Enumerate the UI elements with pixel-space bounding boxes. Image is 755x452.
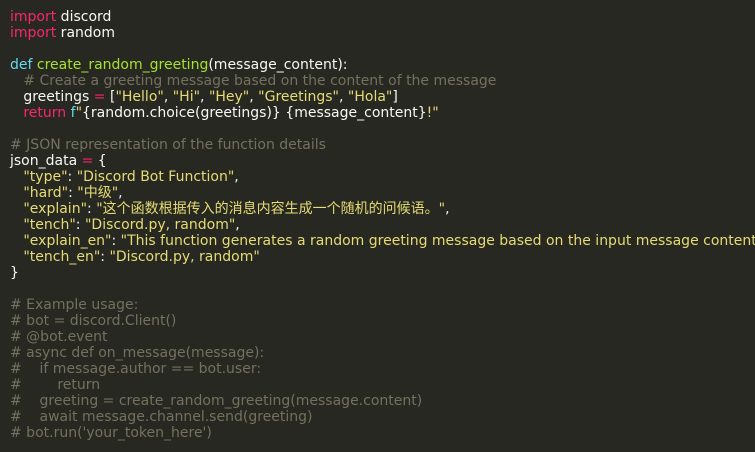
code-token: "Hola" bbox=[347, 89, 393, 105]
code-token: # Example usage: bbox=[10, 297, 139, 313]
code-line: "explain_en": "This function generates a… bbox=[10, 233, 755, 249]
code-line: json_data = { bbox=[10, 153, 755, 169]
code-token: , bbox=[339, 89, 348, 105]
code-token: "tench" bbox=[23, 217, 76, 233]
code-token: "Discord Bot Function" bbox=[76, 169, 235, 185]
code-line: greetings = ["Hello", "Hi", "Hey", "Gree… bbox=[10, 89, 755, 105]
code-token: ] bbox=[392, 89, 398, 105]
code-token: } bbox=[10, 265, 19, 281]
code-token: [ bbox=[105, 89, 116, 105]
code-line: # Create a greeting message based on the… bbox=[10, 73, 755, 89]
code-token: discord bbox=[56, 9, 112, 25]
code-line: # async def on_message(message): bbox=[10, 345, 755, 361]
code-line: # bot.run('your_token_here') bbox=[10, 425, 755, 441]
code-line: return f"{random.choice(greetings)} {mes… bbox=[10, 105, 755, 121]
code-line: "hard": "中级", bbox=[10, 185, 755, 201]
code-token: "hard" bbox=[23, 185, 69, 201]
code-line: def create_random_greeting(message_conte… bbox=[10, 57, 755, 73]
code-line: # JSON representation of the function de… bbox=[10, 137, 755, 153]
code-token: # return bbox=[10, 377, 101, 393]
code-token: "Hello" bbox=[115, 89, 164, 105]
code-token: "这个函数根据传入的消息内容生成一个随机的问候语。" bbox=[96, 201, 446, 217]
code-token: import bbox=[10, 9, 57, 25]
code-editor[interactable]: import discord import random def create_ra… bbox=[0, 0, 755, 452]
code-line: # bot = discord.Client() bbox=[10, 313, 755, 329]
code-line: # await message.channel.send(greeting) bbox=[10, 409, 755, 425]
code-token: # bot = discord.Client() bbox=[10, 313, 177, 329]
code-token: "Discord.py, random" bbox=[84, 217, 236, 233]
code-token: , bbox=[234, 169, 239, 185]
code-token: , bbox=[249, 89, 259, 105]
code-token: return bbox=[23, 105, 67, 121]
code-line: # Example usage: bbox=[10, 297, 755, 313]
code-token: "explain_en" bbox=[23, 233, 112, 249]
code-line: "tench": "Discord.py, random", bbox=[10, 217, 755, 233]
code-token: # async def on_message(message): bbox=[10, 345, 265, 361]
code-token: , bbox=[445, 201, 450, 217]
code-line: # if message.author == bot.user: bbox=[10, 361, 755, 377]
code-token: "type" bbox=[23, 169, 68, 185]
code-token: f bbox=[66, 105, 76, 121]
code-token: : bbox=[67, 169, 77, 185]
code-token: greetings bbox=[10, 89, 94, 105]
code-token: # bot.run('your_token_here') bbox=[10, 425, 212, 441]
code-token: "Hi" bbox=[172, 89, 201, 105]
code-token: {message_content} bbox=[285, 105, 427, 121]
code-line: "type": "Discord Bot Function", bbox=[10, 169, 755, 185]
code-token: "explain" bbox=[23, 201, 88, 217]
code-token: import bbox=[10, 25, 57, 41]
code-token: def bbox=[10, 57, 33, 73]
code-token: : bbox=[68, 185, 78, 201]
code-token: create_random_greeting bbox=[36, 57, 209, 73]
code-line: # @bot.event bbox=[10, 329, 755, 345]
code-token: , bbox=[235, 217, 240, 233]
code-token: json_data bbox=[10, 153, 82, 169]
code-token: # @bot.event bbox=[10, 329, 108, 345]
code-line: # return bbox=[10, 377, 755, 393]
code-token: , bbox=[163, 89, 173, 105]
code-token: , bbox=[200, 89, 209, 105]
code-token: "中级" bbox=[77, 185, 119, 201]
code-token: (message_content): bbox=[208, 57, 348, 73]
code-token: !" bbox=[426, 105, 439, 121]
code-line: "tench_en": "Discord.py, random" bbox=[10, 249, 755, 265]
code-token: # await message.channel.send(greeting) bbox=[10, 409, 313, 425]
code-token: # JSON representation of the function de… bbox=[10, 137, 326, 153]
code-line: } bbox=[10, 265, 755, 281]
code-token: "Greetings" bbox=[258, 89, 339, 105]
code-token: : bbox=[87, 201, 97, 217]
code-token: # Create a greeting message based on the… bbox=[10, 73, 497, 89]
code-token: "Discord.py, random" bbox=[109, 249, 260, 265]
code-token: "This function generates a random greeti… bbox=[120, 233, 755, 249]
code-line: import random bbox=[10, 25, 755, 41]
code-token: random bbox=[56, 25, 115, 41]
code-token: = bbox=[81, 153, 94, 169]
code-line: "explain": "这个函数根据传入的消息内容生成一个随机的问候语。", bbox=[10, 201, 755, 217]
code-token: "tench_en" bbox=[23, 249, 101, 265]
code-token: : bbox=[75, 217, 85, 233]
code-token: {random.choice(greetings)} bbox=[82, 105, 281, 121]
code-token: { bbox=[93, 153, 107, 169]
code-line: import discord bbox=[10, 9, 755, 25]
code-token: "Hey" bbox=[208, 89, 250, 105]
code-line: # greeting = create_random_greeting(mess… bbox=[10, 393, 755, 409]
code-token: : bbox=[111, 233, 121, 249]
code-token: # greeting = create_random_greeting(mess… bbox=[10, 393, 423, 409]
code-token: = bbox=[93, 89, 106, 105]
code-token: # if message.author == bot.user: bbox=[10, 361, 262, 377]
code-token: , bbox=[118, 185, 123, 201]
